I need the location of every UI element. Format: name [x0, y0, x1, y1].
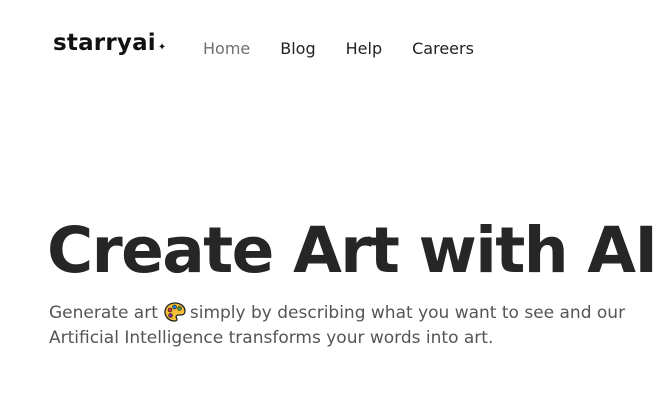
nav-careers-link[interactable]: Careers [412, 39, 474, 59]
sparkle-icon: ✦ [157, 42, 167, 53]
starryai-logo[interactable]: starryai ✦ [53, 32, 166, 55]
logo-text: starryai [53, 30, 156, 56]
page: starryai ✦ Home Blog Help Careers Create… [0, 0, 666, 417]
nav-home-link[interactable]: Home [203, 39, 250, 59]
hero-subtitle-start: Generate art [49, 303, 158, 323]
main-nav: Home Blog Help Careers [203, 39, 474, 59]
nav-blog-link[interactable]: Blog [280, 39, 315, 59]
artist-palette-icon [164, 302, 186, 322]
hero-subtitle: Generate art simply by describing what y… [49, 301, 649, 351]
hero-title: Create Art with AI [47, 214, 658, 287]
nav-help-link[interactable]: Help [346, 39, 382, 59]
